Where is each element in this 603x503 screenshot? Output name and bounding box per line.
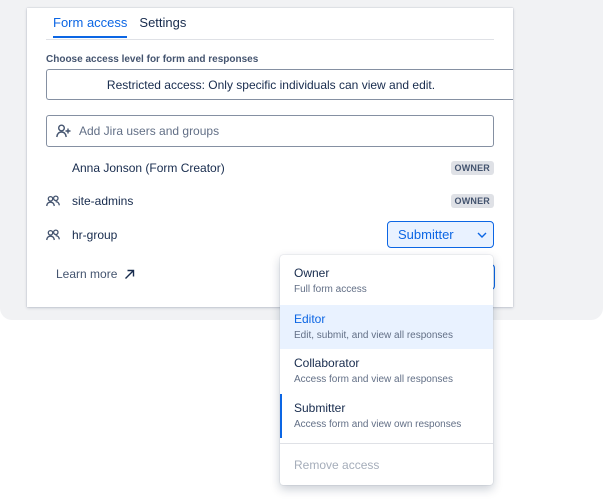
menu-item-description: Access form and view own responses [294, 419, 462, 430]
menu-item-submitter[interactable]: Submitter Access form and view own respo… [280, 394, 493, 438]
tab-divider [46, 39, 494, 40]
user-picker-placeholder: Add Jira users and groups [79, 124, 220, 138]
add-user-icon [56, 124, 71, 138]
menu-item-collaborator[interactable]: Collaborator Access form and view all re… [280, 349, 493, 393]
group-icon [46, 229, 72, 241]
menu-item-description: Access form and view all responses [294, 374, 453, 385]
role-dropdown-value: Submitter [398, 227, 454, 242]
chevron-down-icon [471, 232, 493, 238]
menu-item-title: Collaborator [294, 356, 360, 370]
menu-item-description: Edit, submit, and view all responses [294, 330, 453, 341]
menu-item-owner[interactable]: Owner Full form access [280, 259, 493, 303]
menu-divider [280, 443, 493, 444]
arrow-up-right-icon [124, 269, 135, 280]
learn-more-link[interactable]: Learn more [56, 267, 135, 281]
group-icon [46, 195, 72, 207]
remove-access-item[interactable]: Remove access [294, 458, 379, 472]
tab-settings[interactable]: Settings [139, 14, 186, 38]
access-level-value: Restricted access: Only specific individ… [106, 77, 436, 92]
tab-form-access[interactable]: Form access [53, 14, 128, 38]
role-dropdown-button[interactable]: Submitter [387, 221, 494, 248]
member-name: Anna Jonson (Form Creator) [72, 161, 225, 175]
menu-item-title: Editor [294, 312, 326, 326]
menu-item-title: Owner [294, 266, 330, 280]
member-row-hr-group: hr-group Submitter [46, 221, 494, 248]
user-picker-input[interactable]: Add Jira users and groups [46, 115, 494, 147]
access-level-label: Choose access level for form and respons… [46, 54, 259, 65]
tab-bar: Form access Settings [53, 14, 186, 38]
member-row-site-admins: site-admins OWNER [46, 190, 494, 212]
menu-item-description: Full form access [294, 284, 367, 295]
owner-badge: OWNER [450, 194, 494, 208]
member-row-anna: Anna Jonson (Form Creator) OWNER [46, 157, 494, 179]
role-dropdown-menu: Owner Full form access Editor Edit, subm… [280, 255, 493, 485]
member-name: site-admins [72, 194, 134, 208]
menu-item-title: Submitter [294, 401, 346, 415]
learn-more-label: Learn more [56, 267, 118, 281]
member-name: hr-group [72, 228, 118, 242]
owner-badge: OWNER [450, 161, 494, 175]
access-level-select[interactable]: Restricted access: Only specific individ… [46, 69, 513, 100]
menu-item-editor[interactable]: Editor Edit, submit, and view all respon… [280, 305, 493, 349]
